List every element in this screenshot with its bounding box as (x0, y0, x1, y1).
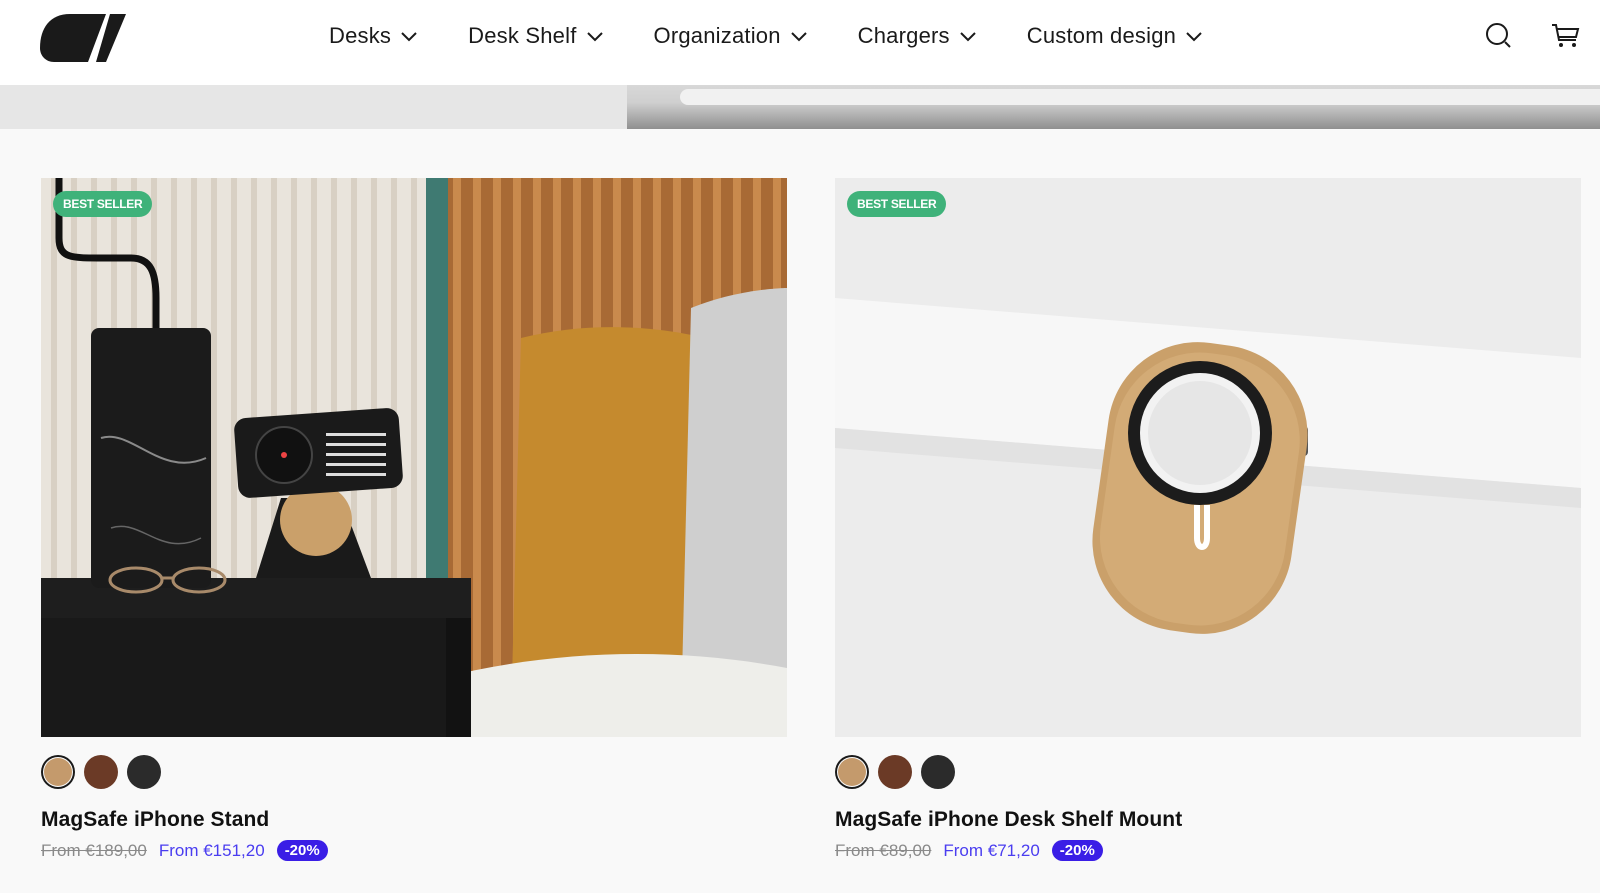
hero-banner-strip (0, 85, 1600, 129)
chevron-down-icon (401, 32, 417, 42)
chevron-down-icon (586, 32, 603, 42)
chevron-down-icon (1186, 32, 1202, 42)
banner-shelf-edge (680, 89, 1600, 105)
cart-icon[interactable] (1550, 20, 1580, 50)
color-swatches (835, 754, 1581, 790)
swatch-walnut[interactable] (84, 755, 118, 789)
search-icon[interactable] (1484, 20, 1514, 50)
banner-left-panel (0, 85, 627, 129)
product-image[interactable]: BEST SELLER (41, 178, 787, 737)
price-sale: From €151,20 (158, 840, 265, 860)
header-actions (1448, 20, 1580, 50)
nav-item-label: Custom design (1026, 23, 1177, 48)
discount-badge: -20% (276, 840, 328, 861)
nav-item-custom-design[interactable]: Custom design (1027, 23, 1203, 49)
product-title[interactable]: MagSafe iPhone Stand (41, 808, 787, 832)
nav-item-label: Organization (653, 23, 781, 48)
swatch-black[interactable] (127, 755, 161, 789)
price-original: From €89,00 (835, 840, 932, 860)
chevron-down-icon (790, 32, 807, 42)
swatch-walnut[interactable] (878, 755, 912, 789)
swatch-oak[interactable] (835, 755, 869, 789)
price-sale: From €71,20 (943, 840, 1040, 860)
chevron-down-icon (960, 32, 976, 42)
price-original: From €189,00 (41, 840, 147, 860)
product-card[interactable]: BEST SELLER MagSafe iPhone Stand From €1… (41, 178, 787, 861)
best-seller-badge: BEST SELLER (53, 191, 153, 217)
color-swatches (41, 754, 787, 790)
nav-item-label: Chargers (857, 23, 950, 48)
best-seller-badge: BEST SELLER (847, 191, 947, 217)
price-row: From €189,00 From €151,20 -20% (41, 840, 787, 861)
swatch-black[interactable] (921, 755, 955, 789)
nav-item-label: Desk Shelf (468, 23, 577, 48)
swatch-oak[interactable] (41, 755, 75, 789)
product-card[interactable]: BEST SELLER MagSafe iPhone Desk Shelf Mo… (835, 178, 1581, 861)
product-title[interactable]: MagSafe iPhone Desk Shelf Mount (835, 808, 1581, 832)
site-header: Desks Desk Shelf Organization Chargers C… (0, 0, 1600, 85)
nav-item-label: Desks (329, 23, 392, 48)
nav-item-organization[interactable]: Organization (654, 23, 808, 49)
nav-item-desks[interactable]: Desks (329, 23, 418, 49)
nav-item-desk-shelf[interactable]: Desk Shelf (468, 23, 603, 49)
brand-logo[interactable] (40, 14, 126, 62)
price-row: From €89,00 From €71,20 -20% (835, 840, 1581, 861)
nav-item-chargers[interactable]: Chargers (858, 23, 977, 49)
main-nav: Desks Desk Shelf Organization Chargers C… (329, 0, 1253, 72)
product-image[interactable]: BEST SELLER (835, 178, 1581, 737)
discount-badge: -20% (1051, 840, 1103, 861)
